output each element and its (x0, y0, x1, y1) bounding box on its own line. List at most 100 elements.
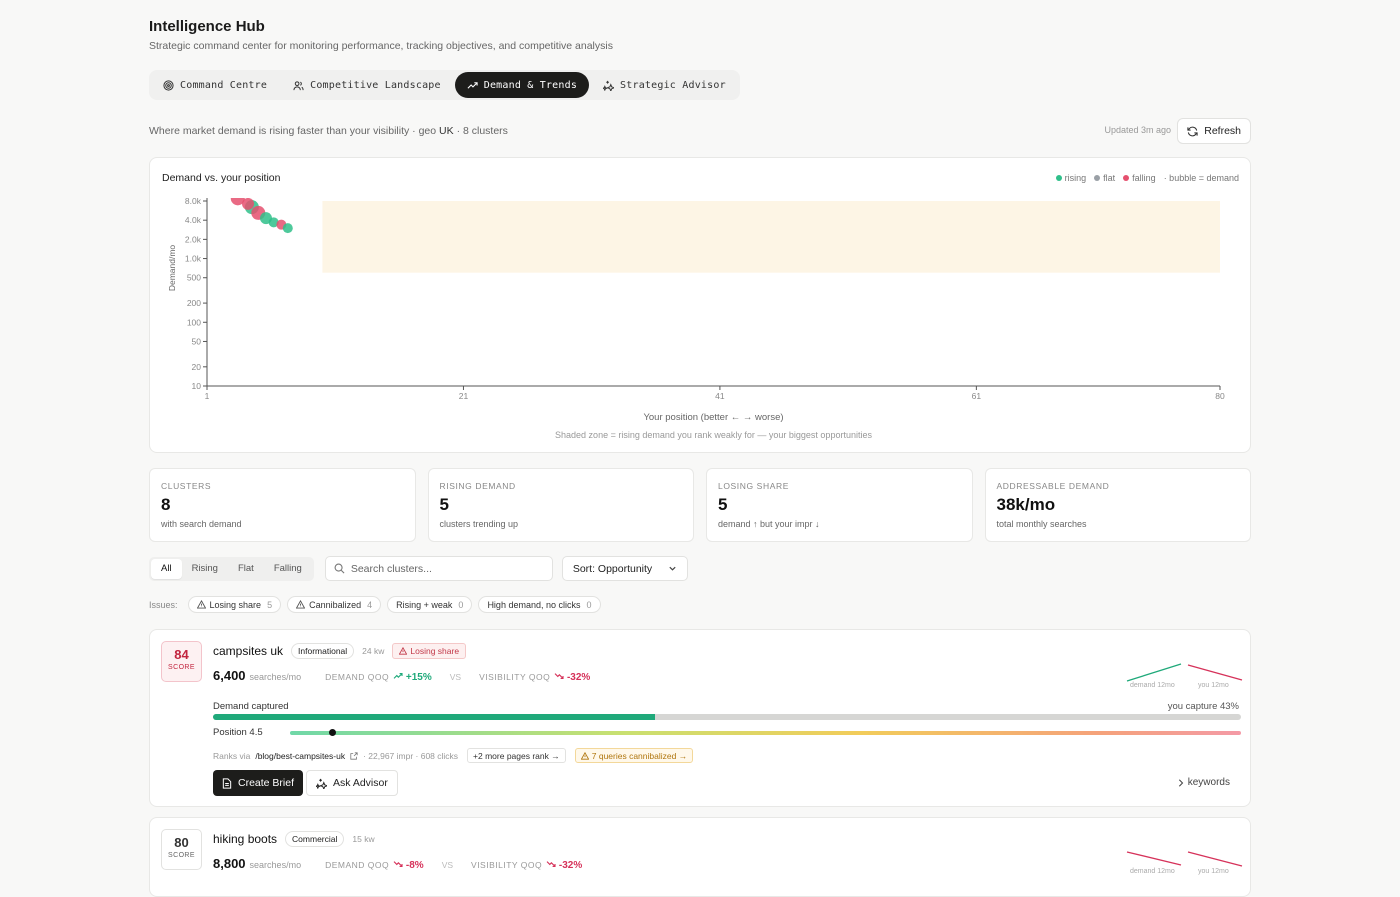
create-brief-button[interactable]: Create Brief (213, 770, 304, 796)
sort-select[interactable]: Sort: Opportunity (561, 556, 688, 581)
chart-footnote: Shaded zone = rising demand you rank wea… (555, 430, 872, 440)
demand-qoq-label: DEMAND QOQ (325, 860, 390, 870)
cannibalized-button[interactable]: 7 queries cannibalized → (574, 748, 694, 763)
x-tick-label: 61 (972, 391, 982, 401)
issue-label: Rising + weak (396, 599, 453, 610)
stat-value: 5 (718, 495, 728, 514)
visibility-qoq-label: VISIBILITY QOQ (479, 672, 551, 682)
filter-flat[interactable]: Flat (228, 559, 264, 579)
tab-label: Strategic Advisor (620, 79, 726, 91)
cluster-count: · 8 clusters (456, 125, 508, 137)
filter-falling[interactable]: Falling (264, 559, 312, 579)
ranking-info: Ranks via /blog/best-campsites-uk · 22,9… (213, 748, 694, 763)
keyword-count: 24 kw (362, 646, 385, 656)
searches-value: 8,800 (213, 856, 246, 871)
stat-label: LOSING SHARE (718, 481, 789, 491)
ranks-via-label: Ranks via (213, 750, 251, 761)
search-input[interactable]: Search clusters... (324, 556, 553, 581)
url-stats: · 22,967 impr · 608 clicks (363, 750, 459, 761)
vs-label: VS (441, 860, 454, 870)
capture-percent: you capture 43% (1167, 701, 1239, 712)
ranking-url[interactable]: /blog/best-campsites-uk (255, 751, 345, 761)
demand-change: -8% (393, 860, 424, 871)
position-label: Position 4.5 (213, 727, 263, 738)
warning-icon (296, 600, 306, 609)
sparkles-icon (603, 80, 615, 91)
cluster-header: campsites uk Informational 24 kw Losing … (213, 643, 467, 659)
score-label: SCORE (168, 852, 195, 859)
y-tick-label: 8.0k (185, 196, 202, 206)
y-axis-label: Demand/mo (167, 245, 177, 292)
losing-share-badge: Losing share (392, 643, 467, 659)
score-value: 80 (174, 835, 189, 850)
warning-icon (580, 751, 589, 760)
issue-high-demand-no-clicks[interactable]: High demand, no clicks 0 (478, 596, 601, 613)
x-axis-label: Your position (better ← → worse) (643, 412, 783, 423)
issue-cannibalized[interactable]: Cannibalized 4 (287, 596, 382, 613)
tab-demand-trends[interactable]: Demand & Trends (454, 72, 590, 98)
stat-value: 5 (439, 495, 449, 514)
filter-all[interactable]: All (151, 558, 182, 579)
x-tick-label: 1 (205, 391, 210, 401)
cluster-metrics: 6,400 searches/mo DEMAND QOQ +15% VS VIS… (213, 668, 590, 683)
y-tick-label: 20 (192, 362, 202, 372)
filter-rising[interactable]: Rising (182, 559, 228, 579)
ask-advisor-button[interactable]: Ask Advisor (306, 770, 398, 796)
cluster-name: hiking boots (213, 832, 278, 846)
search-placeholder: Search clusters... (350, 562, 432, 575)
keywords-toggle[interactable]: keywords (1177, 777, 1230, 788)
warning-icon (196, 600, 206, 609)
trending-up-icon (467, 81, 478, 89)
refresh-label: Refresh (1204, 125, 1241, 137)
stat-card-losing-share: LOSING SHARE 5 demand ↑ but your impr ↓ (706, 468, 973, 542)
opportunity-zone (322, 201, 1221, 273)
sparkles-icon (316, 778, 327, 789)
stat-value: 8 (161, 495, 171, 514)
searches-unit: searches/mo (249, 860, 302, 870)
refresh-button[interactable]: Refresh (1177, 118, 1251, 144)
y-tick-label: 50 (192, 336, 202, 346)
searches-value: 6,400 (213, 668, 246, 683)
demand-sparkline (1126, 663, 1182, 682)
cluster-name: campsites uk (213, 644, 284, 658)
more-pages-button[interactable]: +2 more pages rank → (467, 748, 566, 763)
document-icon (222, 777, 232, 789)
data-point-rising (282, 223, 293, 234)
issues-label: Issues: (149, 599, 178, 610)
stat-label: RISING DEMAND (439, 481, 516, 491)
capture-bar (213, 714, 1241, 720)
refresh-icon (1187, 126, 1198, 136)
vs-label: VS (449, 672, 462, 682)
badge-label: Losing share (410, 646, 460, 656)
sort-label: Sort: Opportunity (572, 562, 653, 575)
cluster-card: 84 SCORE campsites uk Informational 24 k… (149, 629, 1251, 807)
position-track (290, 729, 1241, 736)
sparkline-label: demand 12mo (1130, 682, 1175, 689)
demand-captured-label: Demand captured (213, 701, 289, 712)
tab-label: Command Centre (180, 79, 268, 91)
geo-value: UK (439, 125, 454, 137)
sparkline-label: you 12mo (1198, 868, 1229, 875)
score-label: SCORE (168, 664, 195, 671)
target-icon (163, 79, 174, 91)
y-tick-label: 1.0k (185, 254, 202, 264)
x-tick-label: 80 (1215, 391, 1225, 401)
issue-losing-share[interactable]: Losing share 5 (187, 596, 282, 613)
external-link-icon[interactable] (350, 751, 358, 760)
tab-label: Demand & Trends (483, 79, 578, 91)
tab-strategic-advisor[interactable]: Strategic Advisor (591, 72, 738, 98)
cluster-metrics: 8,800 searches/mo DEMAND QOQ -8% VS VISI… (213, 856, 582, 871)
keyword-count: 15 kw (352, 834, 375, 844)
search-icon (334, 563, 345, 574)
trending-up-icon (393, 673, 403, 679)
issue-rising-weak[interactable]: Rising + weak 0 (387, 596, 473, 613)
tab-competitive-landscape[interactable]: Competitive Landscape (281, 72, 453, 98)
cluster-card: 80 SCORE hiking boots Commercial 15 kw 8… (149, 817, 1251, 897)
tab-command-centre[interactable]: Command Centre (151, 72, 279, 98)
y-tick-label: 500 (187, 273, 201, 283)
visibility-sparkline (1187, 851, 1243, 867)
capture-bar-fill (213, 714, 656, 720)
chevron-down-icon (669, 566, 676, 571)
y-tick-label: 100 (187, 317, 201, 327)
page-title: Intelligence Hub (149, 18, 265, 35)
